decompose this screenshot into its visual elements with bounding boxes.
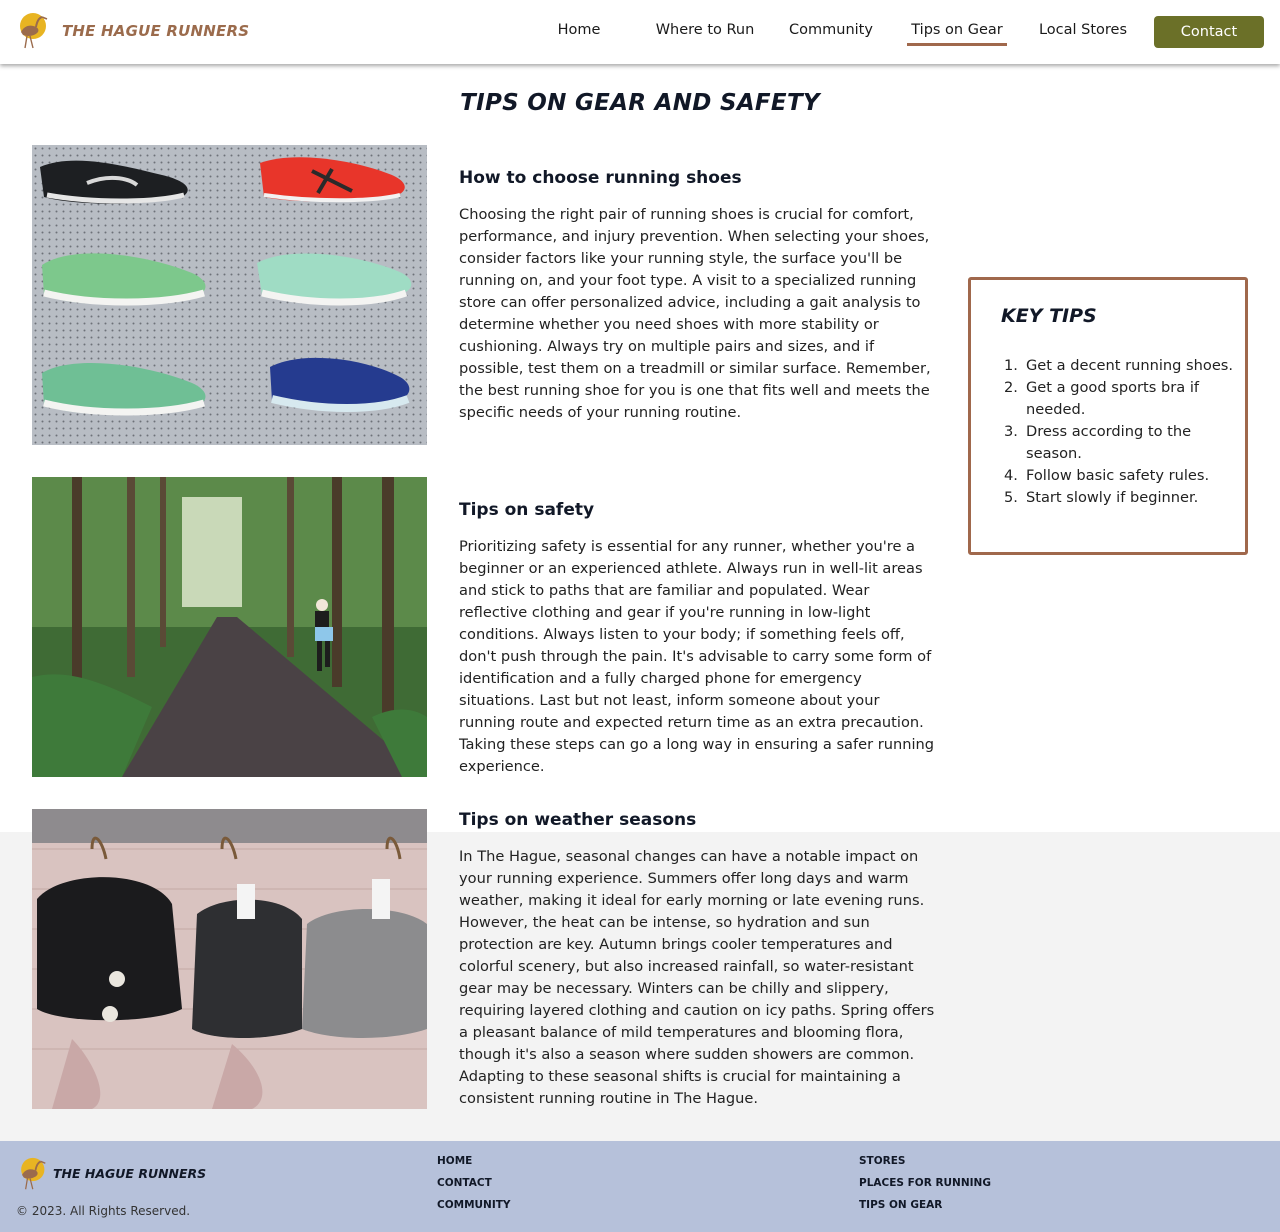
key-tips-list: 1. Get a decent running shoes. 2. Get a go… <box>1004 355 1234 509</box>
footer-link-stores[interactable]: STORES <box>859 1155 905 1167</box>
key-tip-item: 2. Get a good sports bra if needed. <box>1004 379 1200 418</box>
contact-button[interactable]: Contact <box>1154 16 1264 48</box>
nav-where-to-run[interactable]: Where to Run <box>655 22 755 46</box>
site-header: THE HAGUE RUNNERS Home Where to Run Comm… <box>0 0 1280 64</box>
section-title-safety: Tips on safety <box>459 500 595 520</box>
footer-link-tips-on-gear[interactable]: TIPS ON GEAR <box>859 1199 942 1211</box>
key-tip-item: 1. Get a decent running shoes. <box>1004 357 1234 374</box>
heron-sun-icon <box>20 13 48 49</box>
key-tip-item: 4. Follow basic safety rules. <box>1004 467 1210 484</box>
key-tip-item: 3. Dress according to the season. <box>1004 423 1192 462</box>
nav-tips-on-gear[interactable]: Tips on Gear <box>907 22 1007 46</box>
page-title: TIPS ON GEAR AND SAFETY <box>460 90 820 116</box>
section-body-shoes: Choosing the right pair of running shoes… <box>459 206 931 421</box>
site-footer: THE HAGUE RUNNERS © 2023. All Rights Res… <box>0 1141 1280 1232</box>
nav-local-stores[interactable]: Local Stores <box>1036 22 1130 46</box>
heron-sun-icon <box>21 1157 46 1190</box>
section-title-weather: Tips on weather seasons <box>459 810 697 830</box>
footer-copyright: © 2023. All Rights Reserved. <box>16 1204 191 1218</box>
footer-brand-name: THE HAGUE RUNNERS <box>53 1166 207 1181</box>
key-tip-item: 5. Start slowly if beginner. <box>1004 489 1199 506</box>
footer-link-places-for-running[interactable]: PLACES FOR RUNNING <box>859 1177 991 1189</box>
footer-link-home[interactable]: HOME <box>437 1155 472 1167</box>
key-tips-box: KEY TIPS 1. Get a decent running shoes. 2… <box>968 277 1248 555</box>
nav-home[interactable]: Home <box>550 22 608 46</box>
logo-link[interactable] <box>14 12 48 50</box>
footer-link-contact[interactable]: CONTACT <box>437 1177 492 1189</box>
footer-link-community[interactable]: COMMUNITY <box>437 1199 511 1211</box>
nav-community[interactable]: Community <box>788 22 874 46</box>
running-beanies-photo <box>32 809 427 1109</box>
section-body-weather: In The Hague, seasonal changes can have … <box>459 848 935 1107</box>
section-body-safety: Prioritizing safety is essential for any… <box>459 538 935 775</box>
section-title-shoes: How to choose running shoes <box>459 168 742 188</box>
brand-name[interactable]: THE HAGUE RUNNERS <box>62 22 249 40</box>
key-tips-title: KEY TIPS <box>1001 305 1097 327</box>
running-shoes-wall-photo <box>32 145 427 445</box>
runner-forest-path-photo <box>32 477 427 777</box>
